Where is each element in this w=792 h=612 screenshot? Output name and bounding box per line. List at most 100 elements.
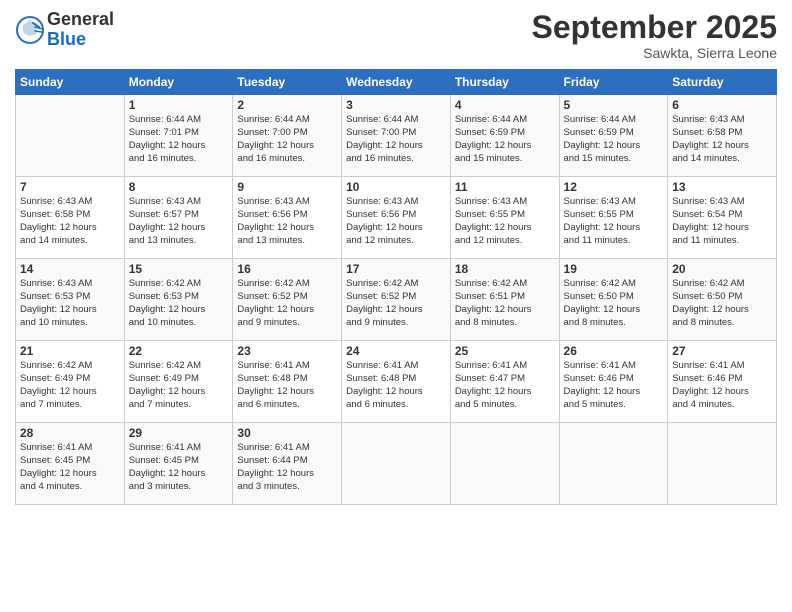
day-info: Sunrise: 6:42 AM Sunset: 6:49 PM Dayligh…: [129, 360, 229, 411]
day-number: 23: [237, 344, 337, 358]
day-number: 6: [672, 98, 772, 112]
calendar-cell: 7 Sunrise: 6:43 AM Sunset: 6:58 PM Daylig…: [16, 177, 125, 259]
calendar-cell: 28Sunrise: 6:41 AM Sunset: 6:45 PM Dayli…: [16, 423, 125, 505]
day-number: 7: [20, 180, 120, 194]
day-info: Sunrise: 6:43 AM Sunset: 6:55 PM Dayligh…: [455, 196, 555, 247]
calendar-cell: 4 Sunrise: 6:44 AM Sunset: 6:59 PM Daylig…: [450, 95, 559, 177]
day-number: 25: [455, 344, 555, 358]
day-info: Sunrise: 6:42 AM Sunset: 6:52 PM Dayligh…: [237, 278, 337, 329]
week-row-2: 7 Sunrise: 6:43 AM Sunset: 6:58 PM Daylig…: [16, 177, 777, 259]
day-info: Sunrise: 6:42 AM Sunset: 6:49 PM Dayligh…: [20, 360, 120, 411]
day-header-sunday: Sunday: [16, 70, 125, 95]
day-info: Sunrise: 6:42 AM Sunset: 6:53 PM Dayligh…: [129, 278, 229, 329]
location: Sawkta, Sierra Leone: [532, 45, 777, 61]
logo-icon: [15, 15, 45, 45]
day-number: 8: [129, 180, 229, 194]
day-info: Sunrise: 6:41 AM Sunset: 6:44 PM Dayligh…: [237, 442, 337, 493]
day-number: 1: [129, 98, 229, 112]
day-header-tuesday: Tuesday: [233, 70, 342, 95]
day-info: Sunrise: 6:43 AM Sunset: 6:56 PM Dayligh…: [346, 196, 446, 247]
day-number: 11: [455, 180, 555, 194]
calendar-cell: 5Sunrise: 6:44 AM Sunset: 6:59 PM Daylig…: [559, 95, 668, 177]
day-info: Sunrise: 6:43 AM Sunset: 6:53 PM Dayligh…: [20, 278, 120, 329]
day-info: Sunrise: 6:43 AM Sunset: 6:54 PM Dayligh…: [672, 196, 772, 247]
day-info: Sunrise: 6:41 AM Sunset: 6:46 PM Dayligh…: [564, 360, 664, 411]
day-number: 13: [672, 180, 772, 194]
header: General Blue September 2025 Sawkta, Sier…: [15, 10, 777, 61]
day-number: 19: [564, 262, 664, 276]
day-info: Sunrise: 6:44 AM Sunset: 6:59 PM Dayligh…: [564, 114, 664, 165]
calendar-cell: 6 Sunrise: 6:43 AM Sunset: 6:58 PM Daylig…: [668, 95, 777, 177]
day-info: Sunrise: 6:44 AM Sunset: 7:00 PM Dayligh…: [237, 114, 337, 165]
calendar-cell: 17 Sunrise: 6:42 AM Sunset: 6:52 PM Dayli…: [342, 259, 451, 341]
day-number: 17: [346, 262, 446, 276]
calendar-cell: 14 Sunrise: 6:43 AM Sunset: 6:53 PM Dayli…: [16, 259, 125, 341]
calendar-cell: 19 Sunrise: 6:42 AM Sunset: 6:50 PM Dayli…: [559, 259, 668, 341]
calendar-cell: 22Sunrise: 6:42 AM Sunset: 6:49 PM Dayli…: [124, 341, 233, 423]
day-number: 10: [346, 180, 446, 194]
header-row: SundayMondayTuesdayWednesdayThursdayFrid…: [16, 70, 777, 95]
week-row-3: 14 Sunrise: 6:43 AM Sunset: 6:53 PM Dayli…: [16, 259, 777, 341]
logo: General Blue: [15, 10, 114, 50]
calendar-cell: 8 Sunrise: 6:43 AM Sunset: 6:57 PM Daylig…: [124, 177, 233, 259]
calendar-cell: 26 Sunrise: 6:41 AM Sunset: 6:46 PM Dayli…: [559, 341, 668, 423]
calendar-cell: 25Sunrise: 6:41 AM Sunset: 6:47 PM Dayli…: [450, 341, 559, 423]
day-info: Sunrise: 6:42 AM Sunset: 6:51 PM Dayligh…: [455, 278, 555, 329]
calendar-cell: 24Sunrise: 6:41 AM Sunset: 6:48 PM Dayli…: [342, 341, 451, 423]
day-info: Sunrise: 6:43 AM Sunset: 6:58 PM Dayligh…: [20, 196, 120, 247]
day-number: 12: [564, 180, 664, 194]
calendar-cell: [559, 423, 668, 505]
page-container: General Blue September 2025 Sawkta, Sier…: [0, 0, 792, 515]
day-header-saturday: Saturday: [668, 70, 777, 95]
day-number: 27: [672, 344, 772, 358]
calendar-cell: 12Sunrise: 6:43 AM Sunset: 6:55 PM Dayli…: [559, 177, 668, 259]
calendar-cell: 2 Sunrise: 6:44 AM Sunset: 7:00 PM Daylig…: [233, 95, 342, 177]
day-info: Sunrise: 6:43 AM Sunset: 6:56 PM Dayligh…: [237, 196, 337, 247]
month-title: September 2025: [532, 10, 777, 45]
day-info: Sunrise: 6:42 AM Sunset: 6:50 PM Dayligh…: [564, 278, 664, 329]
calendar-cell: 20 Sunrise: 6:42 AM Sunset: 6:50 PM Dayli…: [668, 259, 777, 341]
day-number: 9: [237, 180, 337, 194]
day-header-monday: Monday: [124, 70, 233, 95]
calendar-cell: [668, 423, 777, 505]
day-number: 2: [237, 98, 337, 112]
calendar-cell: 3Sunrise: 6:44 AM Sunset: 7:00 PM Daylig…: [342, 95, 451, 177]
day-header-thursday: Thursday: [450, 70, 559, 95]
calendar-cell: 10 Sunrise: 6:43 AM Sunset: 6:56 PM Dayli…: [342, 177, 451, 259]
day-info: Sunrise: 6:41 AM Sunset: 6:48 PM Dayligh…: [237, 360, 337, 411]
calendar-cell: 11 Sunrise: 6:43 AM Sunset: 6:55 PM Dayli…: [450, 177, 559, 259]
day-info: Sunrise: 6:41 AM Sunset: 6:46 PM Dayligh…: [672, 360, 772, 411]
day-info: Sunrise: 6:44 AM Sunset: 6:59 PM Dayligh…: [455, 114, 555, 165]
day-info: Sunrise: 6:43 AM Sunset: 6:57 PM Dayligh…: [129, 196, 229, 247]
calendar-cell: 30 Sunrise: 6:41 AM Sunset: 6:44 PM Dayli…: [233, 423, 342, 505]
day-number: 26: [564, 344, 664, 358]
day-info: Sunrise: 6:44 AM Sunset: 7:00 PM Dayligh…: [346, 114, 446, 165]
day-number: 14: [20, 262, 120, 276]
calendar-cell: 15Sunrise: 6:42 AM Sunset: 6:53 PM Dayli…: [124, 259, 233, 341]
day-number: 21: [20, 344, 120, 358]
calendar-table: SundayMondayTuesdayWednesdayThursdayFrid…: [15, 69, 777, 505]
calendar-cell: [342, 423, 451, 505]
day-header-wednesday: Wednesday: [342, 70, 451, 95]
day-info: Sunrise: 6:42 AM Sunset: 6:50 PM Dayligh…: [672, 278, 772, 329]
day-info: Sunrise: 6:41 AM Sunset: 6:48 PM Dayligh…: [346, 360, 446, 411]
day-number: 28: [20, 426, 120, 440]
day-number: 20: [672, 262, 772, 276]
calendar-cell: 9 Sunrise: 6:43 AM Sunset: 6:56 PM Daylig…: [233, 177, 342, 259]
day-number: 30: [237, 426, 337, 440]
calendar-cell: 18Sunrise: 6:42 AM Sunset: 6:51 PM Dayli…: [450, 259, 559, 341]
day-number: 29: [129, 426, 229, 440]
title-section: September 2025 Sawkta, Sierra Leone: [532, 10, 777, 61]
calendar-cell: [16, 95, 125, 177]
day-info: Sunrise: 6:43 AM Sunset: 6:58 PM Dayligh…: [672, 114, 772, 165]
day-info: Sunrise: 6:44 AM Sunset: 7:01 PM Dayligh…: [129, 114, 229, 165]
week-row-1: 1 Sunrise: 6:44 AM Sunset: 7:01 PM Daylig…: [16, 95, 777, 177]
day-number: 4: [455, 98, 555, 112]
week-row-4: 21 Sunrise: 6:42 AM Sunset: 6:49 PM Dayli…: [16, 341, 777, 423]
calendar-cell: 29Sunrise: 6:41 AM Sunset: 6:45 PM Dayli…: [124, 423, 233, 505]
calendar-cell: 23 Sunrise: 6:41 AM Sunset: 6:48 PM Dayli…: [233, 341, 342, 423]
calendar-cell: [450, 423, 559, 505]
day-info: Sunrise: 6:42 AM Sunset: 6:52 PM Dayligh…: [346, 278, 446, 329]
calendar-cell: 21 Sunrise: 6:42 AM Sunset: 6:49 PM Dayli…: [16, 341, 125, 423]
week-row-5: 28Sunrise: 6:41 AM Sunset: 6:45 PM Dayli…: [16, 423, 777, 505]
